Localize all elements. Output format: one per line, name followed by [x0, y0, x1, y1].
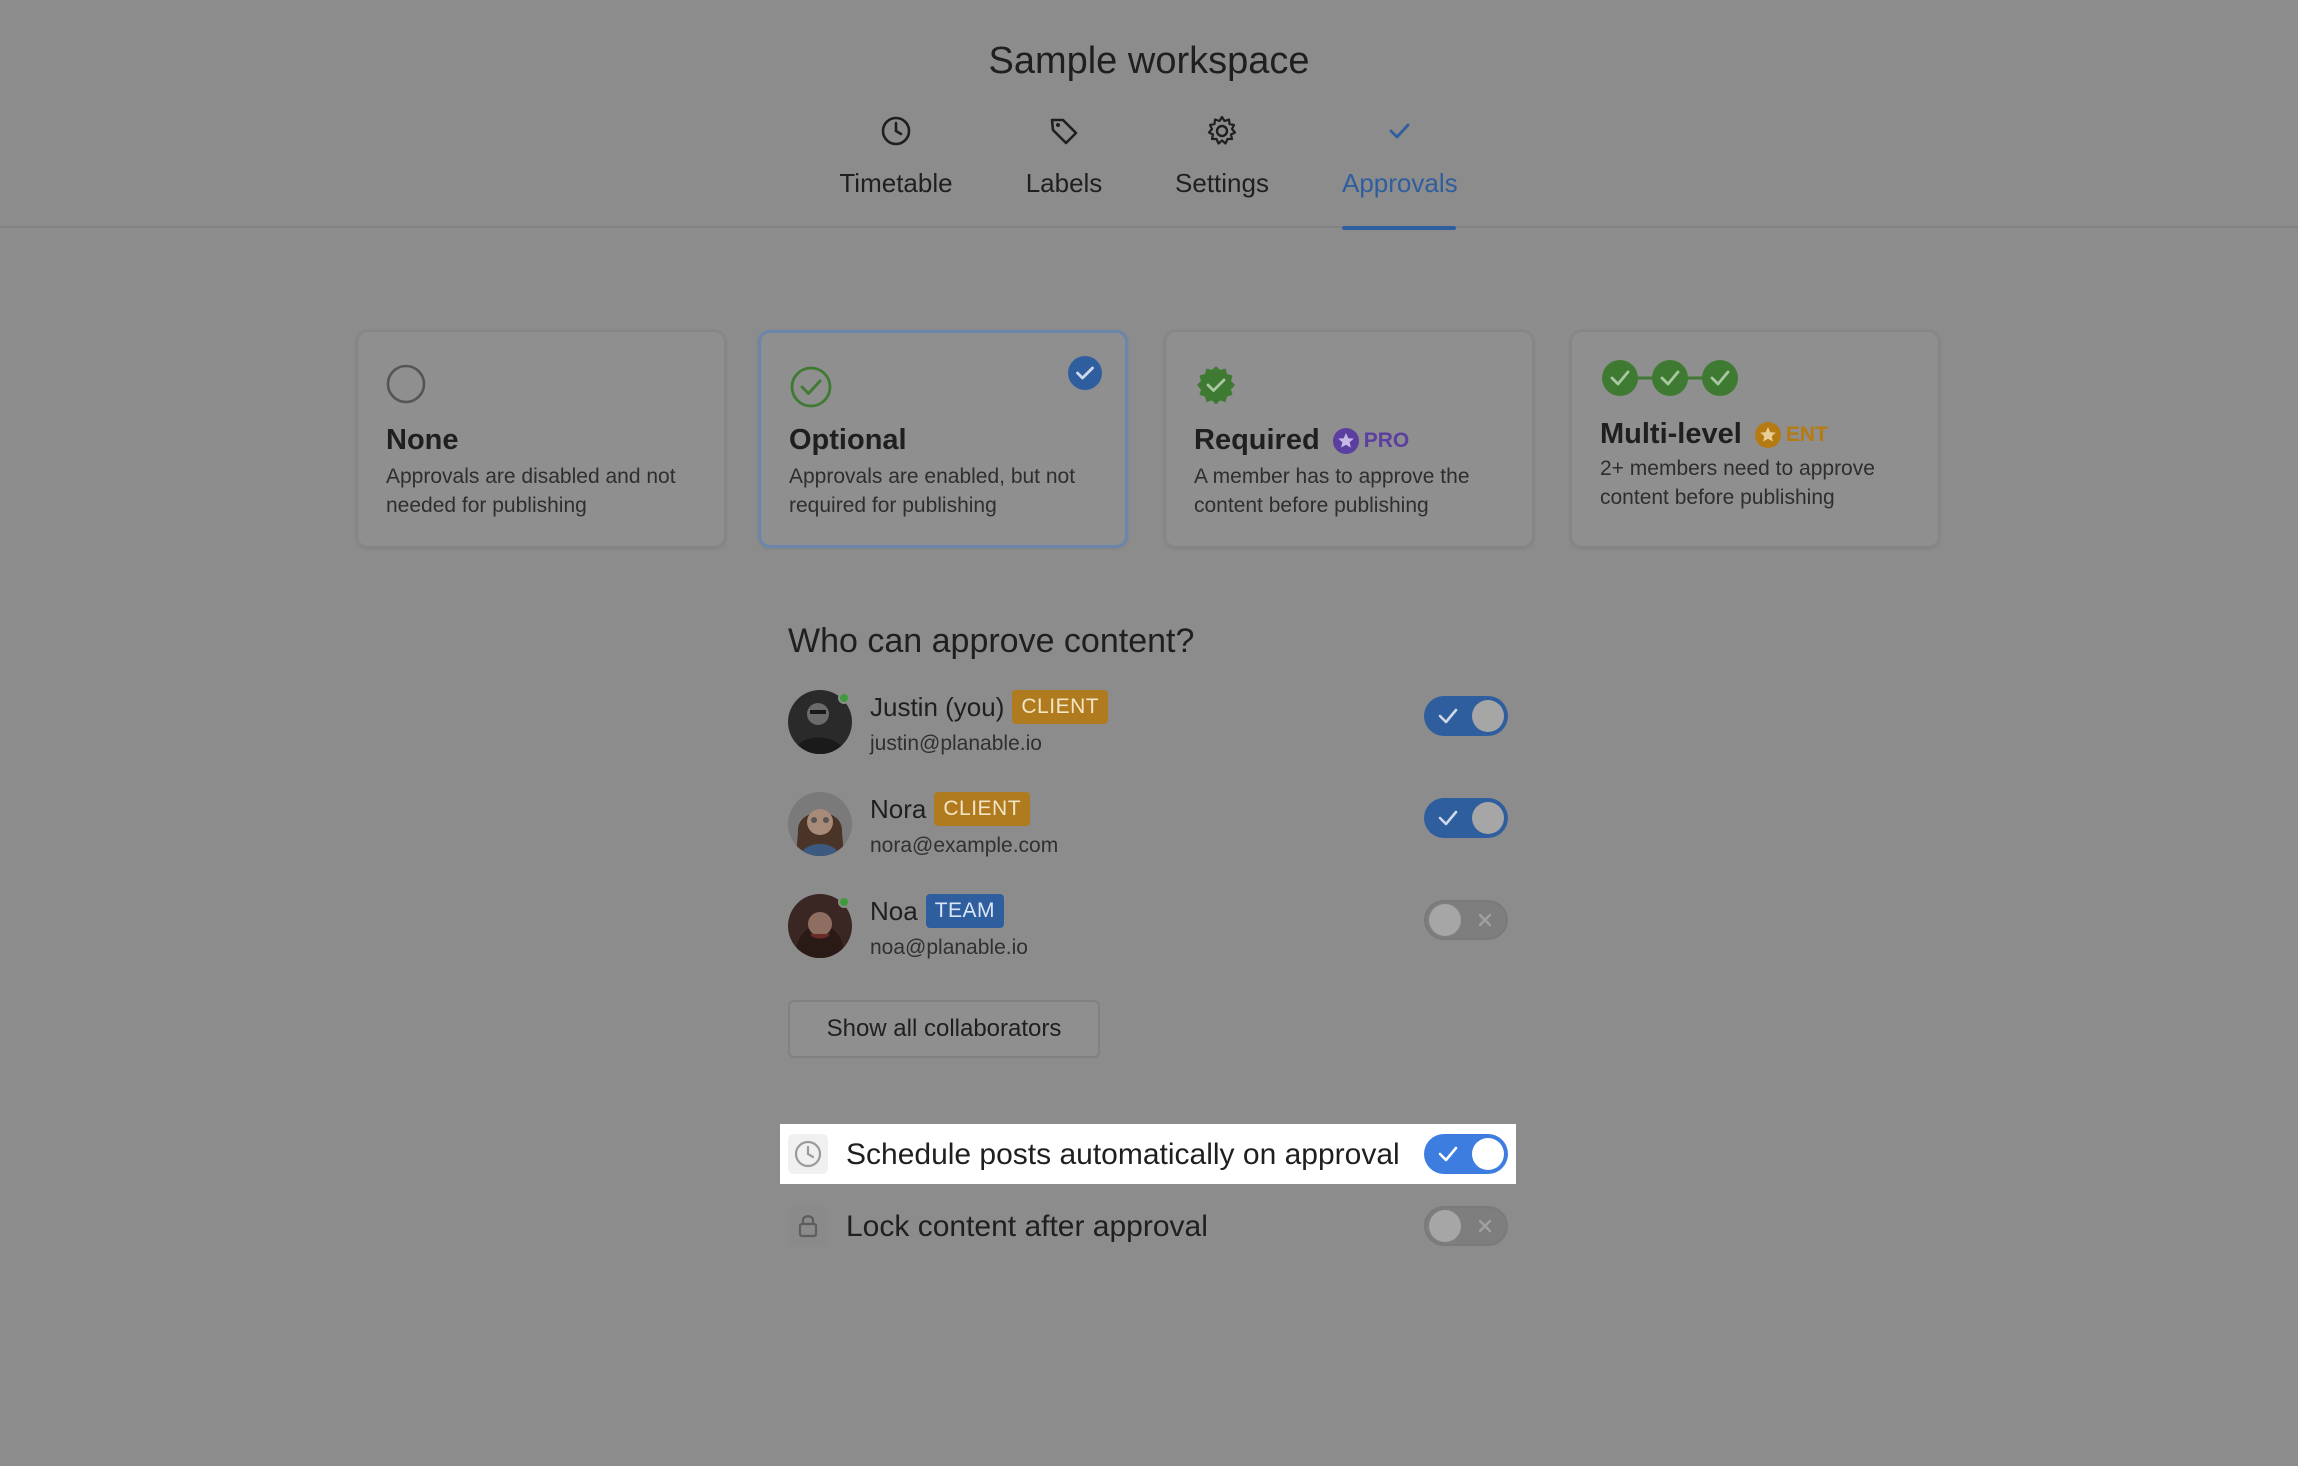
option-schedule-on-approval: Schedule posts automatically on approval: [780, 1124, 1516, 1184]
role-badge: CLIENT: [1012, 690, 1109, 724]
approver-email: nora@example.com: [870, 834, 1059, 857]
role-badge: TEAM: [925, 894, 1005, 928]
star-icon: [1332, 427, 1359, 454]
approver-name-line: Nora CLIENT: [870, 792, 1031, 826]
tab-label: Timetable: [839, 168, 953, 198]
approver-row: Justin (you) CLIENT justin@planable.io: [788, 690, 1508, 760]
online-indicator: [838, 692, 850, 704]
tab-label: Labels: [1025, 168, 1103, 198]
option-lock-after-approval: Lock content after approval: [780, 1196, 1516, 1256]
workspace-title: Sample workspace: [988, 40, 1310, 82]
toggle-knob: [1472, 802, 1504, 834]
role-badge: CLIENT: [934, 792, 1031, 826]
show-all-collaborators-button[interactable]: Show all collaborators: [788, 1000, 1100, 1058]
tab-label: Approvals: [1342, 168, 1458, 198]
card-title: None: [386, 424, 459, 456]
approval-mode-multi-level[interactable]: Multi-level ENT 2+ members need to appro…: [1570, 330, 1940, 548]
gear-icon: [1207, 115, 1237, 145]
avatar: [788, 792, 852, 856]
selected-check-icon: [1068, 356, 1102, 390]
approval-mode-required[interactable]: Required PRO A member has to approve the…: [1164, 330, 1534, 548]
toggle-knob: [1429, 904, 1461, 936]
card-title: Required PRO: [1194, 424, 1410, 456]
approval-mode-optional[interactable]: Optional Approvals are enabled, but not …: [758, 330, 1128, 548]
approver-row: Nora CLIENT nora@example.com: [788, 792, 1508, 862]
card-description: Approvals are enabled, but not required …: [789, 465, 1076, 517]
approver-name-line: Justin (you) CLIENT: [870, 690, 1109, 724]
online-indicator: [838, 896, 850, 908]
approvals-settings-page: Sample workspace Timetable Labels Settin…: [0, 0, 2298, 1466]
multi-check-icon: [1602, 360, 1738, 396]
tab-labels[interactable]: Labels: [1024, 110, 1104, 228]
tab-timetable[interactable]: Timetable: [838, 110, 954, 228]
approver-email: justin@planable.io: [870, 732, 1042, 755]
approvers-title: Who can approve content?: [788, 622, 1195, 660]
check-icon: [1438, 708, 1458, 724]
approver-toggle[interactable]: [1424, 696, 1508, 736]
clock-icon: [881, 116, 911, 146]
ent-badge: ENT: [1754, 421, 1828, 449]
pro-badge: PRO: [1332, 427, 1409, 455]
close-icon: [1478, 913, 1492, 927]
approval-mode-none[interactable]: None Approvals are disabled and not need…: [356, 330, 726, 548]
card-title: Multi-level ENT: [1600, 418, 1828, 450]
tab-approvals[interactable]: Approvals: [1342, 110, 1458, 230]
clock-icon: [788, 1134, 828, 1174]
card-description: Approvals are disabled and not needed fo…: [386, 465, 676, 517]
card-description: 2+ members need to approve content befor…: [1600, 457, 1875, 509]
empty-circle-icon: [386, 364, 426, 404]
lock-icon: [788, 1206, 828, 1246]
star-icon: [1754, 421, 1781, 448]
workspace-header: Sample workspace Timetable Labels Settin…: [0, 0, 2298, 230]
lock-after-approval-toggle[interactable]: [1424, 1206, 1508, 1246]
tab-label: Settings: [1175, 168, 1269, 198]
toggle-knob: [1429, 1210, 1461, 1242]
check-icon: [1389, 123, 1410, 139]
check-circle-icon: [790, 366, 832, 408]
toggle-knob: [1472, 700, 1504, 732]
approver-email: noa@planable.io: [870, 936, 1028, 959]
card-description: A member has to approve the content befo…: [1194, 465, 1470, 517]
approver-toggle[interactable]: [1424, 900, 1508, 940]
verified-badge-icon: [1197, 366, 1235, 405]
tag-icon: [1050, 118, 1078, 145]
settings-tabs: Timetable Labels Settings Approvals: [0, 110, 2298, 230]
approver-row: Noa TEAM noa@planable.io: [788, 894, 1508, 964]
check-icon: [1438, 810, 1458, 826]
check-icon: [1438, 1146, 1458, 1162]
option-label: Schedule posts automatically on approval: [846, 1138, 1400, 1171]
option-label: Lock content after approval: [846, 1210, 1208, 1243]
close-icon: [1478, 1219, 1492, 1233]
tab-settings[interactable]: Settings: [1172, 110, 1272, 228]
toggle-knob: [1472, 1138, 1504, 1170]
schedule-on-approval-toggle[interactable]: [1424, 1134, 1508, 1174]
card-title: Optional: [789, 424, 907, 456]
approver-name-line: Noa TEAM: [870, 894, 1005, 928]
approver-toggle[interactable]: [1424, 798, 1508, 838]
